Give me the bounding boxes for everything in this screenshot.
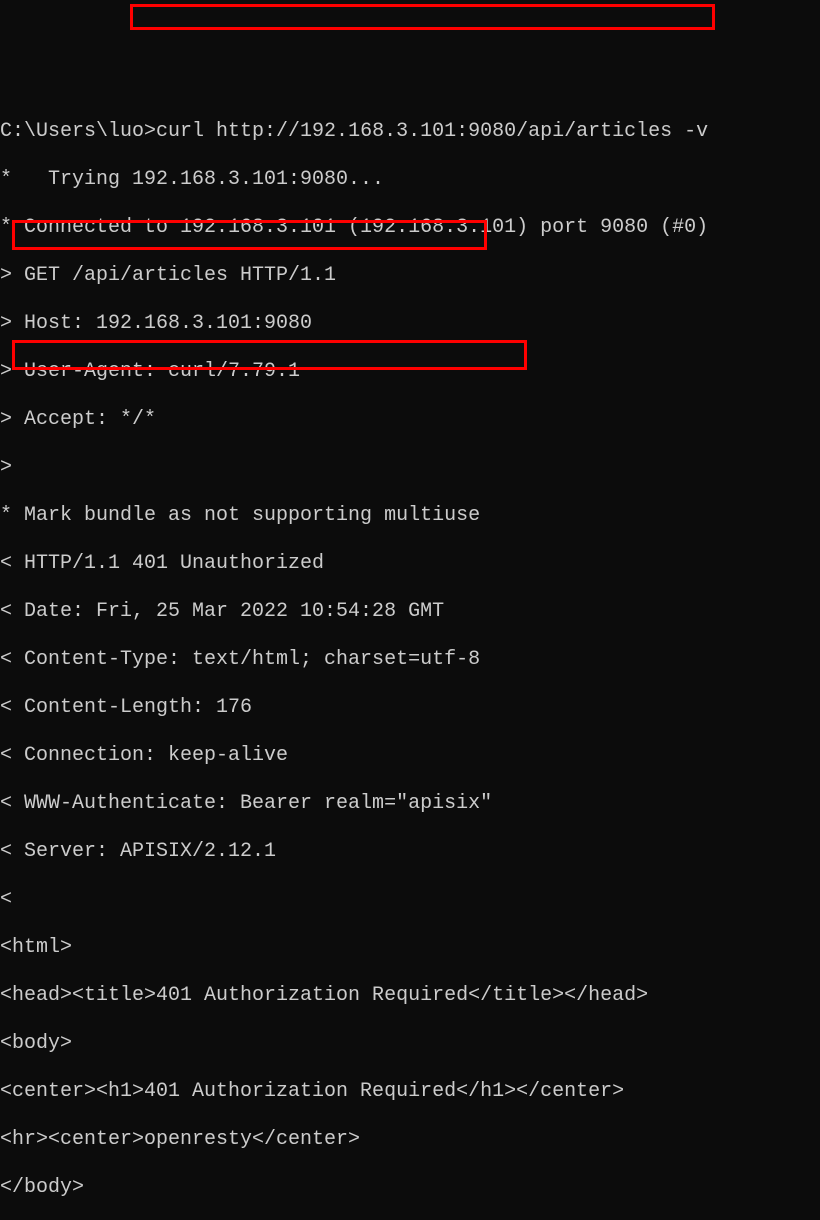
- output-line: <hr><center>openresty</center>: [0, 1128, 820, 1152]
- output-line: <body>: [0, 1032, 820, 1056]
- output-line: <head><title>401 Authorization Required<…: [0, 984, 820, 1008]
- terminal-output: C:\Users\luo>curl http://192.168.3.101:9…: [0, 96, 820, 1220]
- output-line: <center><h1>401 Authorization Required</…: [0, 1080, 820, 1104]
- output-line: > Accept: */*: [0, 408, 820, 432]
- output-line: > User-Agent: curl/7.79.1: [0, 360, 820, 384]
- command-text: curl http://192.168.3.101:9080/api/artic…: [156, 120, 708, 143]
- output-line: < Connection: keep-alive: [0, 744, 820, 768]
- output-line: > GET /api/articles HTTP/1.1: [0, 264, 820, 288]
- output-line: < Date: Fri, 25 Mar 2022 10:54:28 GMT: [0, 600, 820, 624]
- output-line: < Server: APISIX/2.12.1: [0, 840, 820, 864]
- output-line: * Connected to 192.168.3.101 (192.168.3.…: [0, 216, 820, 240]
- highlight-command: [130, 4, 715, 30]
- output-line: < WWW-Authenticate: Bearer realm="apisix…: [0, 792, 820, 816]
- prompt-prefix: C:\Users\luo>: [0, 120, 156, 143]
- output-line: </body>: [0, 1176, 820, 1200]
- output-line: <html>: [0, 936, 820, 960]
- command-line[interactable]: C:\Users\luo>curl http://192.168.3.101:9…: [0, 120, 820, 144]
- output-line: < Content-Type: text/html; charset=utf-8: [0, 648, 820, 672]
- output-line: >: [0, 456, 820, 480]
- output-line: * Trying 192.168.3.101:9080...: [0, 168, 820, 192]
- output-line: < HTTP/1.1 401 Unauthorized: [0, 552, 820, 576]
- output-line: < Content-Length: 176: [0, 696, 820, 720]
- output-line: * Mark bundle as not supporting multiuse: [0, 504, 820, 528]
- output-line: <: [0, 888, 820, 912]
- output-line: > Host: 192.168.3.101:9080: [0, 312, 820, 336]
